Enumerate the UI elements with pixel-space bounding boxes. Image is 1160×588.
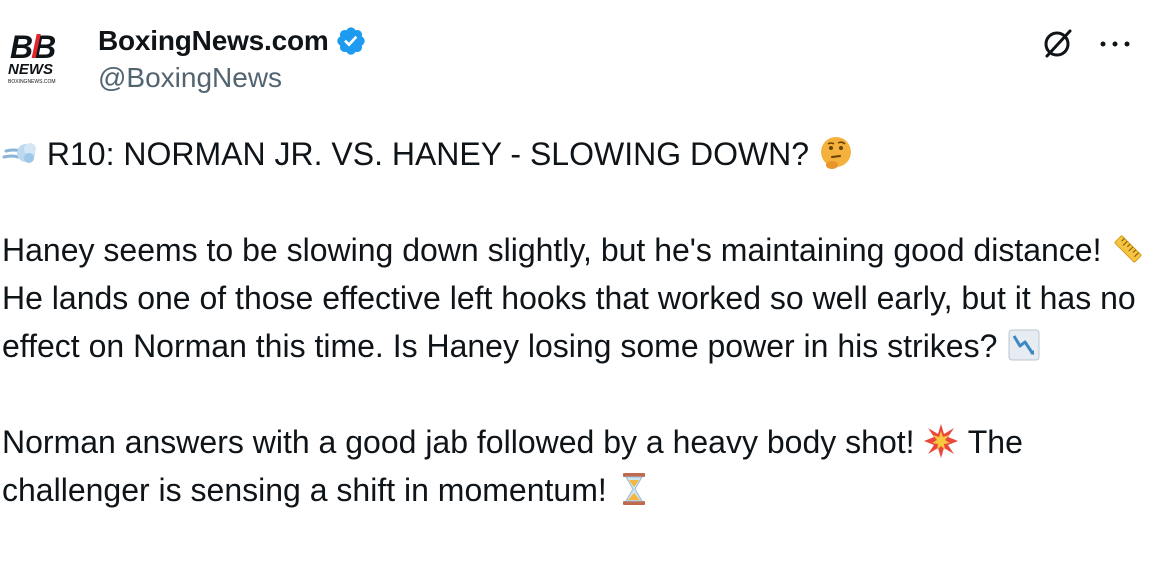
straight-ruler-emoji-icon bbox=[1110, 231, 1146, 267]
more-icon[interactable] bbox=[1098, 30, 1132, 58]
verified-badge-icon[interactable] bbox=[335, 25, 367, 57]
author-block: BoxingNews.com @BoxingNews bbox=[98, 22, 367, 94]
thinking-face-emoji-icon bbox=[818, 135, 854, 171]
grok-icon[interactable] bbox=[1040, 26, 1076, 62]
name-row: BoxingNews.com bbox=[98, 22, 367, 60]
tweet-paragraph-2: Norman answers with a good jab followed … bbox=[2, 418, 1152, 514]
collision-emoji-icon bbox=[923, 423, 959, 459]
logo-letter-b: BB bbox=[10, 29, 56, 65]
tweet-paragraph-1: Haney seems to be slowing down slightly,… bbox=[2, 226, 1152, 370]
tweet-headline: R10: NORMAN JR. VS. HANEY - SLOWING DOWN… bbox=[46, 136, 810, 172]
tweet-text: R10: NORMAN JR. VS. HANEY - SLOWING DOWN… bbox=[2, 130, 1152, 514]
dashing-away-emoji-icon bbox=[2, 135, 38, 171]
avatar[interactable]: BB NEWS BOXINGNEWS.COM bbox=[4, 28, 80, 92]
display-name[interactable]: BoxingNews.com bbox=[98, 25, 329, 57]
tweet-header: BB NEWS BOXINGNEWS.COM BoxingNews.com @B… bbox=[0, 0, 1160, 110]
chart-decreasing-emoji-icon bbox=[1006, 327, 1042, 363]
logo-news-text: NEWS bbox=[8, 61, 53, 78]
tweet-para2-part-a: Norman answers with a good jab followed … bbox=[2, 424, 915, 460]
hourglass-emoji-icon bbox=[616, 471, 652, 507]
logo-url-text: BOXINGNEWS.COM bbox=[8, 79, 56, 85]
handle[interactable]: @BoxingNews bbox=[98, 62, 367, 94]
tweet-headline-line: R10: NORMAN JR. VS. HANEY - SLOWING DOWN… bbox=[2, 130, 1152, 178]
boxingnews-logo: BB NEWS BOXINGNEWS.COM bbox=[8, 29, 56, 85]
tweet-para1-part-a: Haney seems to be slowing down slightly,… bbox=[2, 232, 1102, 268]
tweet-para1-part-b: He lands one of those effective left hoo… bbox=[2, 280, 1136, 364]
